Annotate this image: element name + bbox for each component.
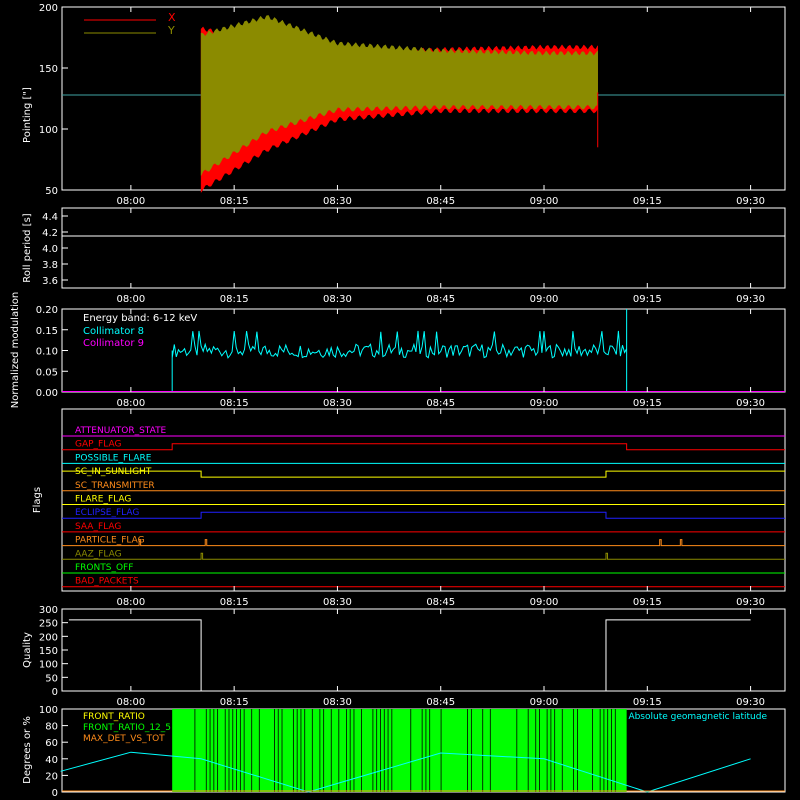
x-tick-label: 08:30 bbox=[323, 697, 352, 708]
flag-label: POSSIBLE_FLARE bbox=[75, 453, 152, 463]
flag-label: AAZ_FLAG bbox=[75, 549, 122, 559]
x-tick-label: 09:30 bbox=[736, 597, 765, 608]
collimator9-legend: Collimator 9 bbox=[83, 338, 144, 349]
flags-ylabel: Flags bbox=[32, 487, 43, 513]
latitude-annotation: Absolute geomagnetic latitude bbox=[628, 712, 767, 722]
y-tick-label: 80 bbox=[45, 722, 58, 733]
degrees-ylabel: Degrees or % bbox=[22, 716, 33, 784]
x-tick-label: 08:00 bbox=[116, 398, 145, 409]
x-tick-label: 08:00 bbox=[116, 196, 145, 207]
x-tick-label: 09:15 bbox=[633, 697, 662, 708]
x-tick-label: 08:15 bbox=[220, 398, 249, 409]
flag-label: SC_TRANSMITTER bbox=[75, 481, 155, 491]
y-tick-label: 60 bbox=[45, 738, 58, 749]
x-tick-label: 08:45 bbox=[426, 597, 455, 608]
x-tick-label: 08:15 bbox=[220, 697, 249, 708]
y-tick-label: 40 bbox=[45, 755, 58, 766]
flag-label: FLARE_FLAG bbox=[75, 495, 131, 505]
legend-front-ratio: FRONT_RATIO bbox=[83, 712, 145, 722]
x-tick-label: 09:30 bbox=[736, 697, 765, 708]
x-tick-label: 09:00 bbox=[530, 294, 559, 305]
y-tick-label: 50 bbox=[45, 186, 58, 197]
x-tick-label: 08:45 bbox=[426, 398, 455, 409]
x-tick-label: 09:00 bbox=[530, 196, 559, 207]
x-tick-label: 09:30 bbox=[736, 398, 765, 409]
roll-period-ylabel: Roll period [s] bbox=[22, 213, 33, 282]
y-tick-label: 3.8 bbox=[42, 260, 58, 271]
x-tick-label: 08:15 bbox=[220, 597, 249, 608]
energy-band-annotation: Energy band: 6-12 keV bbox=[83, 313, 197, 324]
flag-label: BAD_PACKETS bbox=[75, 577, 139, 587]
x-tick-label: 09:00 bbox=[530, 697, 559, 708]
legend-max-det: MAX_DET_VS_TOT bbox=[83, 734, 165, 744]
y-tick-label: 0.10 bbox=[36, 347, 58, 358]
x-tick-label: 09:00 bbox=[530, 597, 559, 608]
y-tick-label: 150 bbox=[39, 64, 58, 75]
y-tick-label: 100 bbox=[39, 705, 58, 716]
x-tick-label: 09:15 bbox=[633, 196, 662, 207]
y-tick-label: 3.6 bbox=[42, 276, 58, 287]
x-tick-label: 08:45 bbox=[426, 294, 455, 305]
y-tick-label: 300 bbox=[39, 605, 58, 616]
y-tick-label: 100 bbox=[39, 660, 58, 671]
flag-label: ECLIPSE_FLAG bbox=[75, 508, 139, 518]
flag-label: ATTENUATOR_STATE bbox=[75, 426, 167, 436]
y-tick-label: 150 bbox=[39, 646, 58, 657]
x-tick-label: 08:00 bbox=[116, 294, 145, 305]
legend-front-ratio-12-5: FRONT_RATIO_12_5 bbox=[83, 723, 171, 733]
x-tick-label: 08:45 bbox=[426, 196, 455, 207]
flag-label: GAP_FLAG bbox=[75, 440, 121, 450]
y-tick-label: 4.4 bbox=[42, 212, 58, 223]
y-tick-label: 100 bbox=[39, 125, 58, 136]
legend-y-label: Y bbox=[167, 24, 175, 37]
x-tick-label: 09:15 bbox=[633, 597, 662, 608]
flag-label: PARTICLE_FLAG bbox=[75, 536, 145, 546]
x-tick-label: 08:30 bbox=[323, 294, 352, 305]
x-tick-label: 09:00 bbox=[530, 398, 559, 409]
legend-x-label: X bbox=[168, 11, 176, 24]
stix-quicklook-plot: Pointing ["] 20015010050 X Y 08:00 08:15 0… bbox=[0, 0, 800, 800]
y-tick-label: 0.00 bbox=[36, 388, 58, 399]
y-tick-label: 250 bbox=[39, 619, 58, 630]
y-tick-label: 0.15 bbox=[36, 326, 58, 337]
x-tick-label: 09:15 bbox=[633, 398, 662, 409]
flag-label: FRONTS_OFF bbox=[75, 563, 133, 573]
y-tick-label: 200 bbox=[39, 3, 58, 14]
x-tick-label: 08:00 bbox=[116, 697, 145, 708]
flag-label: SC_IN_SUNLIGHT bbox=[75, 467, 152, 477]
pointing-ylabel: Pointing ["] bbox=[22, 87, 33, 143]
y-tick-label: 0.20 bbox=[36, 305, 58, 316]
x-tick-label: 09:30 bbox=[736, 196, 765, 207]
x-tick-label: 09:30 bbox=[736, 294, 765, 305]
y-tick-label: 0 bbox=[52, 788, 58, 799]
y-tick-label: 4.2 bbox=[42, 228, 58, 239]
x-tick-label: 08:00 bbox=[116, 597, 145, 608]
x-tick-label: 08:15 bbox=[220, 196, 249, 207]
y-tick-label: 0.05 bbox=[36, 367, 58, 378]
y-tick-label: 20 bbox=[45, 771, 58, 782]
modulation-ylabel: Normalized modulation bbox=[10, 292, 21, 409]
y-tick-label: 50 bbox=[45, 673, 58, 684]
x-tick-label: 09:15 bbox=[633, 294, 662, 305]
x-tick-label: 08:15 bbox=[220, 294, 249, 305]
y-tick-label: 4.0 bbox=[42, 244, 58, 255]
y-tick-label: 200 bbox=[39, 632, 58, 643]
x-tick-label: 08:30 bbox=[323, 196, 352, 207]
y-tick-label: 0 bbox=[52, 687, 58, 698]
flag-label: SAA_FLAG bbox=[75, 522, 121, 532]
x-tick-label: 08:30 bbox=[323, 398, 352, 409]
x-tick-label: 08:30 bbox=[323, 597, 352, 608]
collimator8-legend: Collimator 8 bbox=[83, 326, 144, 337]
quality-ylabel: Quality bbox=[22, 632, 33, 668]
x-tick-label: 08:45 bbox=[426, 697, 455, 708]
